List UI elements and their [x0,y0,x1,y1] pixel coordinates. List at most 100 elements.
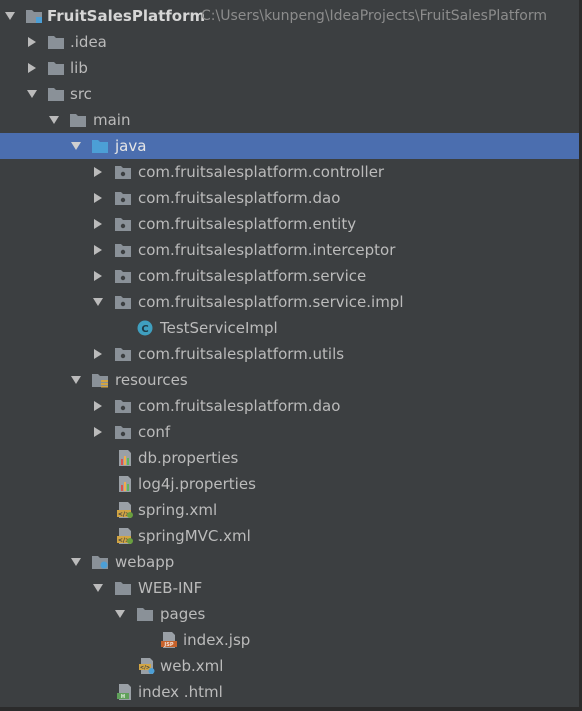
chevron-right-icon[interactable] [93,401,103,411]
tree-label: main [93,111,131,129]
module-folder-icon [26,10,42,23]
properties-file-icon [119,476,131,492]
tree-label: index.jsp [183,631,251,649]
resources-folder-icon [92,374,108,388]
tree-label: pages [160,605,206,623]
tree-row-package-controller[interactable]: com.fruitsalesplatform.controller [0,159,582,185]
project-tree: FruitSalesPlatform C:\Users\kunpeng\Idea… [0,0,582,711]
chevron-right-icon[interactable] [93,427,103,437]
tree-row-project-root[interactable]: FruitSalesPlatform C:\Users\kunpeng\Idea… [0,3,582,29]
tree-row-db-properties[interactable]: db.properties [0,445,582,471]
bottom-border [0,707,582,711]
tree-row-main[interactable]: main [0,107,582,133]
chevron-right-icon[interactable] [93,245,103,255]
tree-row-index-html[interactable]: H index .html [0,679,582,705]
tree-row-class-testserviceimpl[interactable]: C TestServiceImpl [0,315,582,341]
svg-text:H: H [121,694,125,700]
chevron-down-icon[interactable] [5,11,15,21]
tree-label: resources [115,371,188,389]
tree-row-idea[interactable]: .idea [0,29,582,55]
tree-row-package-service-impl[interactable]: com.fruitsalesplatform.service.impl [0,289,582,315]
svg-text:JSP: JSP [163,642,173,648]
tree-row-package-entity[interactable]: com.fruitsalesplatform.entity [0,211,582,237]
tree-row-spring-xml[interactable]: </> spring.xml [0,497,582,523]
tree-row-java[interactable]: java [0,133,582,159]
tree-label: conf [138,423,171,441]
svg-text:</>: </> [140,665,150,671]
properties-file-icon [119,450,131,466]
tree-row-index-jsp[interactable]: JSP index.jsp [0,627,582,653]
tree-label: com.fruitsalesplatform.entity [138,215,357,233]
project-path: C:\Users\kunpeng\IdeaProjects\FruitSales… [201,8,547,24]
package-icon [115,270,131,283]
tree-label: index .html [138,683,223,701]
chevron-right-icon[interactable] [93,167,103,177]
package-icon [115,218,131,231]
web-folder-icon [92,556,108,569]
tree-row-springmvc-xml[interactable]: </> springMVC.xml [0,523,582,549]
tree-label: java [115,137,147,155]
package-icon [115,426,131,439]
tree-label: web.xml [160,657,224,675]
folder-icon [115,582,131,595]
tree-label: .idea [70,33,107,51]
tree-label: db.properties [138,449,239,467]
html-file-icon: H [117,684,131,700]
package-icon [115,244,131,257]
spring-xml-icon: </> [117,502,133,518]
project-name: FruitSalesPlatform [47,7,206,25]
tree-row-resources-package-dao[interactable]: com.fruitsalesplatform.dao [0,393,582,419]
chevron-down-icon[interactable] [27,89,37,99]
folder-icon [48,62,64,75]
tree-label: log4j.properties [138,475,256,493]
tree-row-package-dao[interactable]: com.fruitsalesplatform.dao [0,185,582,211]
tree-label: com.fruitsalesplatform.dao [138,397,341,415]
tree-row-pages[interactable]: pages [0,601,582,627]
chevron-down-icon[interactable] [93,583,103,593]
tree-row-src[interactable]: src [0,81,582,107]
tree-label: com.fruitsalesplatform.controller [138,163,385,181]
chevron-down-icon[interactable] [71,375,81,385]
tree-row-package-utils[interactable]: com.fruitsalesplatform.utils [0,341,582,367]
tree-label: com.fruitsalesplatform.service [138,267,367,285]
tree-label: spring.xml [138,501,218,519]
chevron-right-icon[interactable] [93,349,103,359]
chevron-down-icon[interactable] [115,609,125,619]
tree-row-webapp[interactable]: webapp [0,549,582,575]
chevron-right-icon[interactable] [93,271,103,281]
folder-icon [48,88,64,101]
tree-label: com.fruitsalesplatform.service.impl [138,293,404,311]
tree-row-log4j-properties[interactable]: log4j.properties [0,471,582,497]
tree-row-lib[interactable]: lib [0,55,582,81]
folder-icon [70,114,86,127]
chevron-down-icon[interactable] [71,557,81,567]
source-folder-icon [92,140,108,153]
class-icon: C [137,320,153,336]
tree-row-web-xml[interactable]: </> web.xml [0,653,582,679]
package-icon [115,400,131,413]
tree-row-web-inf[interactable]: WEB-INF [0,575,582,601]
chevron-right-icon[interactable] [27,37,37,47]
tree-label: springMVC.xml [138,527,251,545]
tree-label: webapp [115,553,175,571]
svg-text:C: C [141,324,148,335]
tree-row-conf[interactable]: conf [0,419,582,445]
tree-label: src [70,85,92,103]
chevron-right-icon[interactable] [93,219,103,229]
tree-label: com.fruitsalesplatform.interceptor [138,241,396,259]
package-icon [115,166,131,179]
tree-label: WEB-INF [138,579,203,597]
chevron-down-icon[interactable] [93,297,103,307]
package-icon [115,192,131,205]
tree-row-package-service[interactable]: com.fruitsalesplatform.service [0,263,582,289]
web-xml-icon: </> [139,658,155,674]
chevron-down-icon[interactable] [71,141,81,151]
chevron-right-icon[interactable] [93,193,103,203]
tree-row-package-interceptor[interactable]: com.fruitsalesplatform.interceptor [0,237,582,263]
tree-label: lib [70,59,88,77]
tree-row-resources[interactable]: resources [0,367,582,393]
chevron-down-icon[interactable] [49,115,59,125]
jsp-file-icon: JSP [161,632,177,648]
chevron-right-icon[interactable] [27,63,37,73]
package-icon [115,296,131,309]
